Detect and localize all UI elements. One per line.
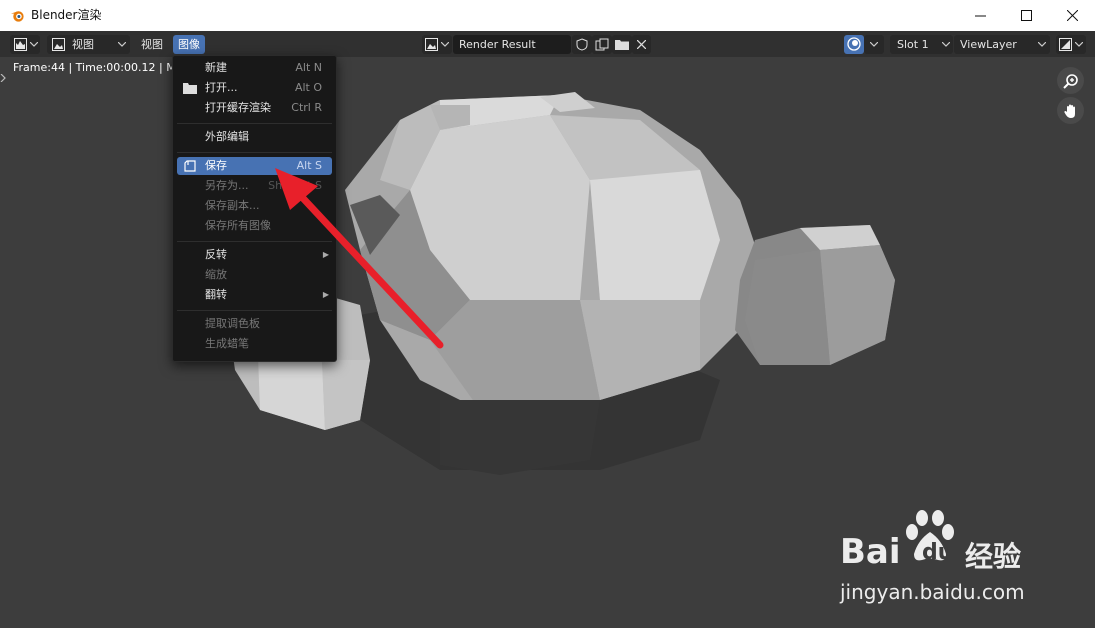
menu-item-save-all-images[interactable]: 保存所有图像 bbox=[177, 217, 332, 235]
watermark-brand-2: du bbox=[922, 540, 954, 565]
sidebar-toggle[interactable] bbox=[0, 73, 8, 87]
render-pass-select[interactable] bbox=[1056, 35, 1086, 54]
unlink-image-button[interactable] bbox=[632, 35, 651, 54]
menu-view[interactable]: 视图 bbox=[136, 35, 168, 54]
menu-item-flip[interactable]: 翻转 ▶ bbox=[177, 286, 332, 304]
menu-image[interactable]: 图像 bbox=[173, 35, 205, 54]
watermark-url: jingyan.baidu.com bbox=[840, 580, 1025, 604]
image-name: Render Result bbox=[459, 38, 536, 51]
editor-type-selector[interactable] bbox=[10, 35, 40, 54]
menu-item-save[interactable]: 保存 Alt S bbox=[177, 157, 332, 175]
display-channels-button[interactable] bbox=[844, 35, 864, 54]
window-title-bar: Blender渲染 bbox=[0, 0, 1095, 31]
menu-item-edit-externally[interactable]: 外部编辑 bbox=[177, 128, 332, 146]
view-mode-select[interactable]: 视图 bbox=[47, 35, 130, 54]
view-layer-select[interactable]: ViewLayer bbox=[954, 35, 1050, 54]
chevron-down-icon bbox=[441, 42, 449, 47]
chevron-down-icon bbox=[942, 42, 950, 47]
chevron-down-icon bbox=[30, 42, 38, 47]
pan-button[interactable] bbox=[1057, 97, 1084, 124]
menu-item-save-as[interactable]: 另存为... Shift Alt S bbox=[177, 177, 332, 195]
chevron-down-icon bbox=[1038, 42, 1046, 47]
close-icon bbox=[637, 40, 646, 49]
menu-item-invert[interactable]: 反转 ▶ bbox=[177, 246, 332, 264]
menu-item-resize[interactable]: 缩放 bbox=[177, 266, 332, 284]
minimize-button[interactable] bbox=[957, 0, 1003, 31]
maximize-button[interactable] bbox=[1003, 0, 1049, 31]
baidu-watermark: Bai du 经验 jingyan.baidu.com bbox=[840, 510, 1080, 610]
save-icon bbox=[184, 160, 196, 172]
image-icon bbox=[52, 38, 65, 51]
chevron-down-icon bbox=[1075, 42, 1083, 47]
watermark-brand: Bai bbox=[840, 532, 901, 572]
menu-separator bbox=[177, 123, 332, 124]
slot-label: Slot 1 bbox=[897, 38, 929, 51]
view-layer-label: ViewLayer bbox=[960, 38, 1017, 51]
image-browse-button[interactable] bbox=[422, 35, 452, 54]
display-channels-dropdown[interactable] bbox=[864, 35, 884, 54]
menu-separator bbox=[177, 241, 332, 242]
new-image-button[interactable] bbox=[592, 35, 612, 54]
menu-item-open-cached-render[interactable]: 打开缓存渲染 Ctrl R bbox=[177, 99, 332, 117]
image-name-field[interactable]: Render Result bbox=[453, 35, 571, 54]
view-mode-label: 视图 bbox=[72, 38, 94, 51]
window-title: Blender渲染 bbox=[31, 8, 102, 22]
duplicate-icon bbox=[595, 38, 609, 51]
image-icon bbox=[425, 38, 438, 51]
folder-icon bbox=[183, 83, 197, 94]
open-image-button[interactable] bbox=[612, 35, 632, 54]
menu-item-new[interactable]: 新建 Alt N bbox=[177, 59, 332, 77]
menu-item-save-copy[interactable]: 保存副本... bbox=[177, 197, 332, 215]
close-button[interactable] bbox=[1049, 0, 1095, 31]
zoom-button[interactable] bbox=[1057, 67, 1084, 94]
folder-icon bbox=[615, 40, 629, 50]
hand-icon bbox=[1063, 104, 1075, 118]
menu-item-open[interactable]: 打开... Alt O bbox=[177, 79, 332, 97]
submenu-arrow-icon: ▶ bbox=[322, 250, 329, 259]
image-icon bbox=[1059, 38, 1072, 51]
image-viewport[interactable]: Frame:44 | Time:00:00.12 | Mem Bai du 经验… bbox=[0, 57, 1095, 628]
menu-item-generate-grease-pencil[interactable]: 生成蜡笔 bbox=[177, 335, 332, 353]
shield-icon bbox=[576, 38, 588, 51]
blender-logo-icon bbox=[10, 11, 24, 22]
maximize-icon bbox=[1020, 10, 1032, 21]
close-icon bbox=[1066, 10, 1078, 21]
color-channels-icon bbox=[847, 37, 861, 51]
menu-separator bbox=[177, 152, 332, 153]
watermark-product: 经验 bbox=[965, 540, 1022, 573]
chevron-down-icon bbox=[870, 42, 878, 47]
slot-select[interactable]: Slot 1 bbox=[890, 35, 953, 54]
chevron-down-icon bbox=[118, 42, 126, 47]
frame-info-text: Frame:44 | Time:00:00.12 | Mem bbox=[13, 61, 173, 74]
zoom-in-icon bbox=[1062, 73, 1078, 89]
menu-item-extract-palette[interactable]: 提取调色板 bbox=[177, 315, 332, 333]
image-menu-dropdown: 新建 Alt N 打开... Alt O 打开缓存渲染 Ctrl R 外部编辑 … bbox=[172, 55, 337, 362]
fake-user-button[interactable] bbox=[572, 35, 592, 54]
menu-separator bbox=[177, 310, 332, 311]
chevron-right-icon bbox=[0, 73, 6, 83]
submenu-arrow-icon: ▶ bbox=[322, 290, 329, 299]
image-editor-icon bbox=[14, 38, 27, 51]
image-editor-header: 视图 视图 图像 Render Result Slot 1 ViewLayer bbox=[0, 31, 1095, 57]
minimize-icon bbox=[974, 15, 986, 17]
